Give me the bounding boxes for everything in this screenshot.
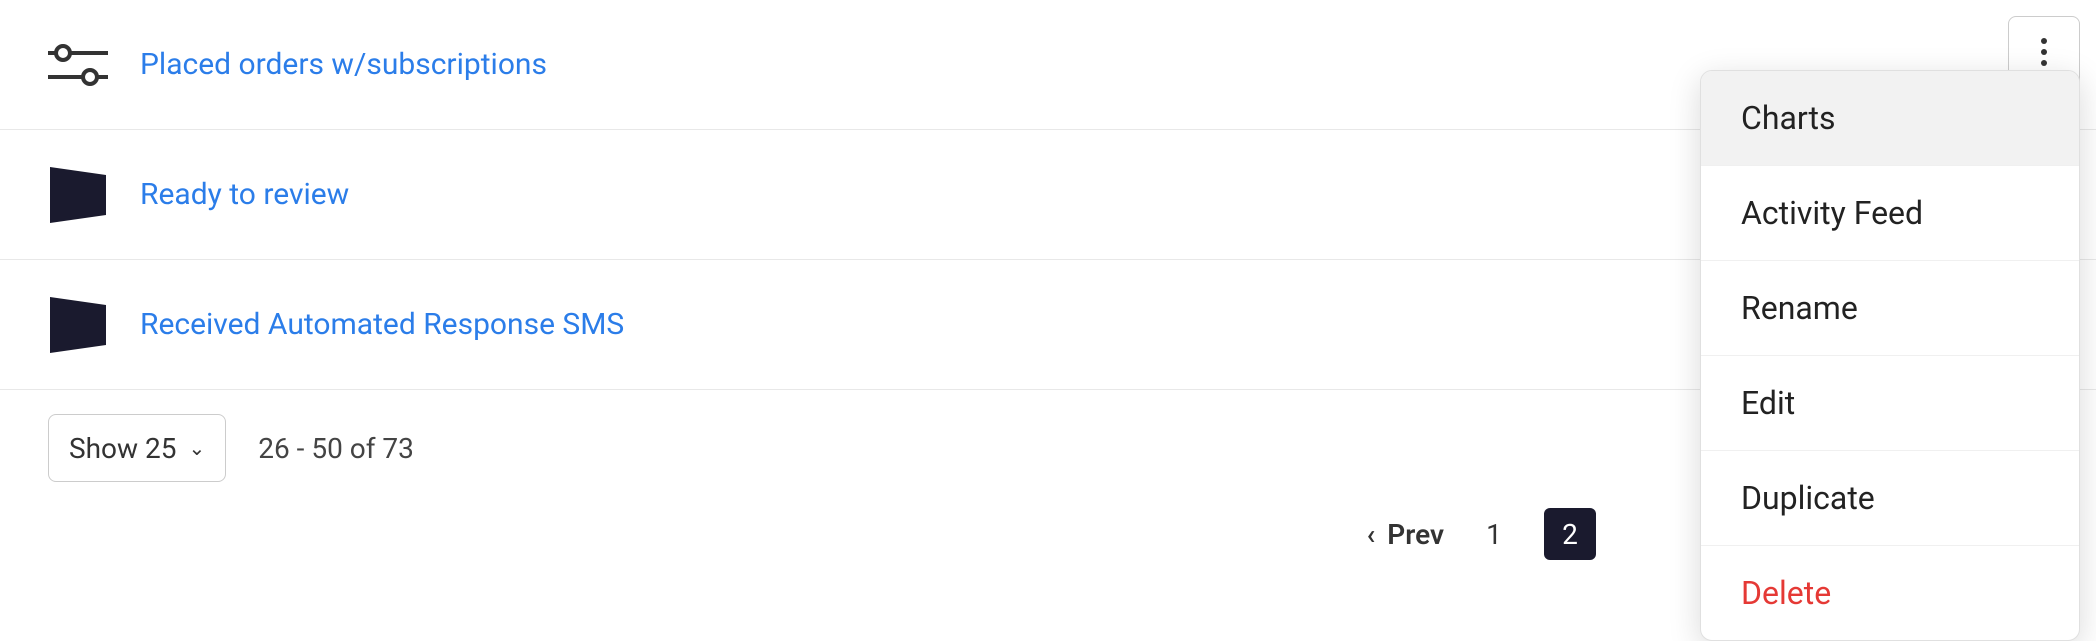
- page-2[interactable]: 2: [1544, 508, 1596, 560]
- flag-icon-1: [48, 167, 108, 223]
- dropdown-charts-label: Charts: [1741, 99, 1835, 137]
- more-dots-icon: [2041, 38, 2047, 66]
- pagination-range: 26 - 50 of 73: [258, 432, 414, 465]
- dropdown-item-edit[interactable]: Edit: [1701, 356, 2079, 451]
- prev-label: Prev: [1387, 518, 1444, 551]
- main-container: Placed orders w/subscriptions Ready to r…: [0, 0, 2096, 584]
- row-1-text[interactable]: Placed orders w/subscriptions: [140, 47, 547, 82]
- prev-button[interactable]: ‹ Prev: [1367, 518, 1444, 551]
- chevron-down-icon: ⌄: [188, 436, 205, 460]
- dropdown-edit-label: Edit: [1741, 384, 1795, 422]
- flag-icon-2: [48, 297, 108, 353]
- dropdown-item-delete[interactable]: Delete: [1701, 546, 2079, 640]
- dropdown-menu: Charts Activity Feed Rename Edit Duplica…: [1700, 70, 2080, 641]
- dropdown-delete-label: Delete: [1741, 574, 1831, 612]
- row-2-text[interactable]: Ready to review: [140, 177, 349, 212]
- row-3-text[interactable]: Received Automated Response SMS: [140, 307, 624, 342]
- dropdown-activity-feed-label: Activity Feed: [1741, 194, 1923, 232]
- show-select[interactable]: Show 25 ⌄: [48, 414, 226, 482]
- prev-chevron-icon: ‹: [1367, 518, 1376, 551]
- dropdown-rename-label: Rename: [1741, 289, 1858, 327]
- dropdown-item-charts[interactable]: Charts: [1701, 71, 2079, 166]
- page-1[interactable]: 1: [1468, 508, 1520, 560]
- dropdown-item-activity-feed[interactable]: Activity Feed: [1701, 166, 2079, 261]
- dropdown-item-rename[interactable]: Rename: [1701, 261, 2079, 356]
- filter-icon: [48, 41, 108, 89]
- dropdown-duplicate-label: Duplicate: [1741, 479, 1875, 517]
- show-select-label: Show 25: [69, 432, 176, 465]
- pagination-nav: ‹ Prev 1 2: [1367, 508, 1596, 560]
- dropdown-item-duplicate[interactable]: Duplicate: [1701, 451, 2079, 546]
